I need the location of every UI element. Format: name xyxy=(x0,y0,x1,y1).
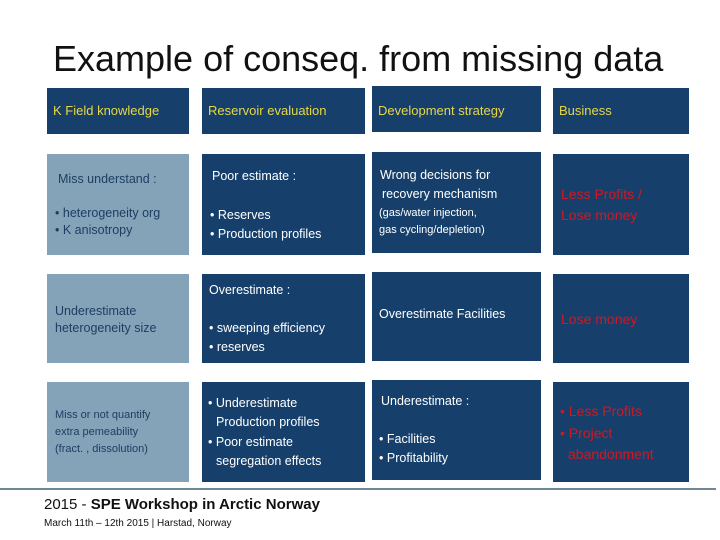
row2-reservoir-box: Overestimate : • sweeping efficiency • r… xyxy=(202,274,365,363)
row1-knowledge-box: Miss understand : • heterogeneity org • … xyxy=(47,154,189,255)
row3-knowledge-box: Miss or not quantify extra pemeability (… xyxy=(47,382,189,482)
row3-knowledge-line: Miss or not quantify xyxy=(55,409,151,421)
footer-details: March 11th – 12th 2015 | Harstad, Norway xyxy=(44,518,232,529)
row1-development-line: Wrong decisions for xyxy=(380,168,491,182)
row1-reservoir-bullet: • Reserves xyxy=(210,208,271,222)
row1-development-line: recovery mechanism xyxy=(382,187,498,201)
header-label: K Field knowledge xyxy=(53,103,160,119)
row1-reservoir-heading: Poor estimate : xyxy=(212,169,297,183)
header-business: Business xyxy=(553,88,689,134)
row1-development-line: (gas/water injection, xyxy=(379,207,477,219)
footer-event: 2015 - SPE Workshop in Arctic Norway xyxy=(44,496,320,513)
row2-knowledge-line: Underestimate xyxy=(55,304,137,318)
row3-business-bullet: • Less Profits xyxy=(560,403,642,419)
row1-business-line: Lose money xyxy=(561,207,638,223)
row3-reservoir-box: • Underestimate Production profiles • Po… xyxy=(202,382,365,482)
row2-business-box: Lose money xyxy=(553,274,689,363)
row1-knowledge-heading: Miss understand : xyxy=(58,172,157,186)
row2-knowledge-line: heterogeneity size xyxy=(55,321,157,335)
row3-reservoir-bullet-cont: Production profiles xyxy=(216,415,320,429)
row1-knowledge-bullet: • K anisotropy xyxy=(55,223,133,237)
row1-development-box: Wrong decisions for recovery mechanism (… xyxy=(372,152,541,253)
header-label: Development strategy xyxy=(378,103,505,118)
row3-knowledge-line: (fract. , dissolution) xyxy=(55,443,148,455)
row3-knowledge-line: extra pemeability xyxy=(55,426,139,438)
row3-reservoir-bullet-cont: segregation effects xyxy=(216,454,322,468)
row1-knowledge-bullet: • heterogeneity org xyxy=(55,206,161,220)
header-field-knowledge: K Field knowledge xyxy=(47,88,189,134)
row1-business-box: Less Profits / Lose money xyxy=(553,154,689,255)
row3-business-box: • Less Profits • Project abandonment xyxy=(553,382,689,482)
row1-reservoir-bullet: • Production profiles xyxy=(210,227,322,241)
row2-development-box: Overestimate Facilities xyxy=(372,272,541,361)
row2-reservoir-bullet: • sweeping efficiency xyxy=(209,321,326,335)
row2-development-line: Overestimate Facilities xyxy=(379,307,506,321)
row3-business-bullet: • Project xyxy=(560,425,613,441)
row3-development-box: Underestimate : • Facilities • Profitabi… xyxy=(372,380,541,480)
header-label: Reservoir evaluation xyxy=(208,103,327,119)
slide-title: Example of conseq. from missing data xyxy=(53,38,664,79)
row3-development-heading: Underestimate : xyxy=(381,394,470,408)
row3-reservoir-bullet: • Underestimate xyxy=(208,396,298,410)
row1-development-line: gas cycling/depletion) xyxy=(379,224,485,236)
row3-business-bullet-cont: abandonment xyxy=(568,446,654,462)
row3-reservoir-bullet: • Poor estimate xyxy=(208,435,293,449)
row3-development-bullet: • Facilities xyxy=(379,432,436,446)
row1-reservoir-box: Poor estimate : • Reserves • Production … xyxy=(202,154,365,255)
footer-event-name: SPE Workshop in Arctic Norway xyxy=(90,496,320,513)
header-label: Business xyxy=(559,103,612,119)
row1-business-line: Less Profits / xyxy=(561,186,642,202)
row2-knowledge-box: Underestimate heterogeneity size xyxy=(47,274,189,363)
header-reservoir-evaluation: Reservoir evaluation xyxy=(202,88,365,134)
row2-reservoir-heading: Overestimate : xyxy=(209,283,291,297)
footer-year: 2015 - xyxy=(44,496,91,513)
footer-divider xyxy=(0,488,716,490)
row2-reservoir-bullet: • reserves xyxy=(209,340,265,354)
row3-development-bullet: • Profitability xyxy=(379,451,449,465)
row2-business-line: Lose money xyxy=(561,311,638,327)
header-development-strategy: Development strategy xyxy=(372,86,541,132)
